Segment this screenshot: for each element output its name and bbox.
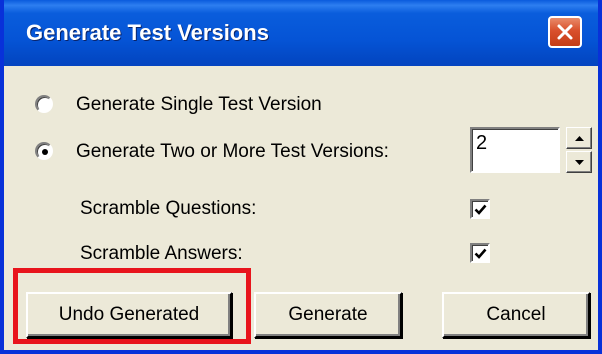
checkmark-icon [474, 248, 487, 259]
dialog-title: Generate Test Versions [26, 20, 269, 45]
scramble-answers-label: Scramble Answers: [80, 243, 243, 264]
close-icon [557, 24, 573, 40]
single-version-radio[interactable] [35, 95, 53, 113]
scramble-questions-label: Scramble Questions: [80, 198, 257, 219]
arrow-up-icon [574, 135, 584, 141]
undo-generated-button[interactable]: Undo Generated [26, 292, 232, 338]
scramble-answers-checkbox[interactable] [470, 243, 490, 263]
generate-button[interactable]: Generate [254, 292, 402, 338]
scramble-questions-checkbox[interactable] [470, 199, 490, 219]
dialog-window: Generate Test Versions Generate Single T… [0, 0, 602, 354]
spin-down-button[interactable] [566, 151, 592, 173]
close-button[interactable] [548, 16, 582, 48]
checkmark-icon [474, 204, 487, 215]
cancel-button[interactable]: Cancel [442, 292, 590, 338]
multiple-versions-label[interactable]: Generate Two or More Test Versions: [76, 141, 389, 163]
radio-selected-dot [42, 149, 48, 155]
arrow-down-icon [574, 159, 584, 165]
versions-count-input[interactable]: 2 [470, 127, 560, 173]
title-bar[interactable]: Generate Test Versions [4, 0, 598, 66]
multiple-versions-radio[interactable] [35, 142, 53, 160]
single-version-label[interactable]: Generate Single Test Version [76, 94, 322, 116]
spin-up-button[interactable] [566, 127, 592, 149]
